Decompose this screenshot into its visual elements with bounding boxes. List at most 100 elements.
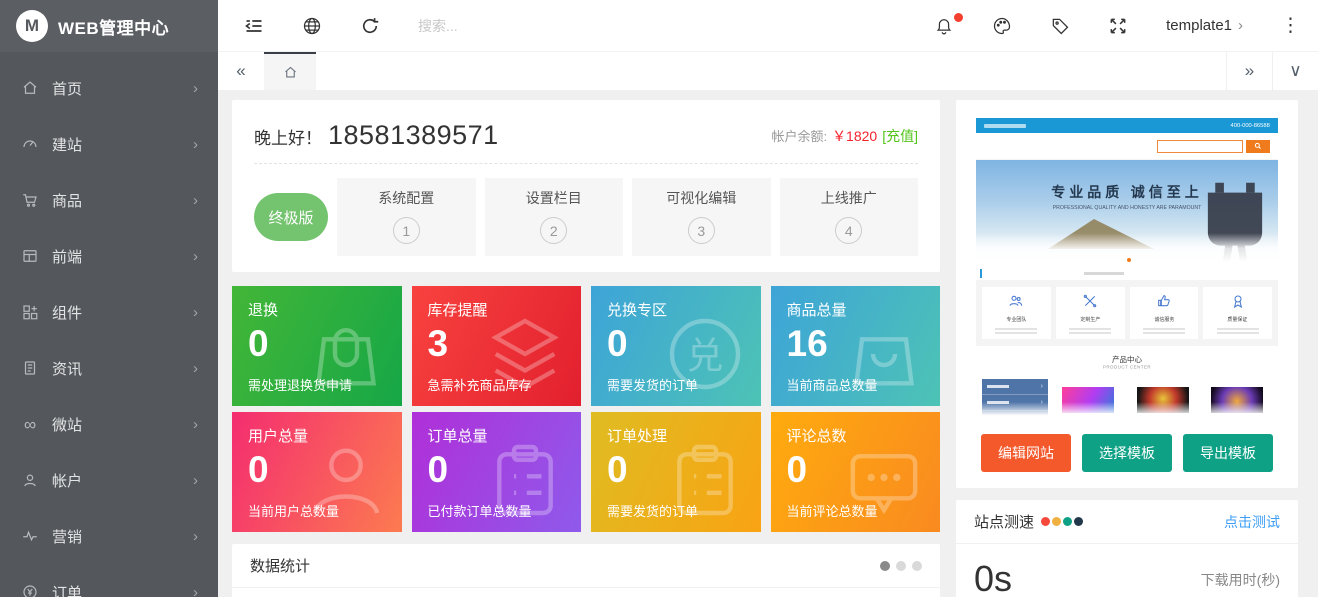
stat-card-order-processing[interactable]: 订单处理 0 需要发货的订单	[591, 412, 761, 532]
template-selector[interactable]: template1 ›	[1166, 17, 1243, 34]
chevron-right-icon: ›	[193, 584, 198, 597]
export-template-button[interactable]: 导出模板	[1183, 434, 1273, 472]
sidebar-item-products[interactable]: 商品 ›	[0, 172, 218, 228]
layers-icon	[481, 310, 569, 398]
template-panel: 400-000-86588 专业品质 诚信至上 PROFESSIONAL QUA…	[956, 100, 1298, 488]
stat-card-order-total[interactable]: 订单总量 0 已付款订单总数量	[412, 412, 582, 532]
stat-card-stock-alert[interactable]: 库存提醒 3 急需补充商品库存	[412, 286, 582, 406]
preview-fade-overlay	[976, 402, 1278, 420]
preview-caption	[976, 267, 1278, 280]
step-setup-columns[interactable]: 设置栏目 2	[485, 178, 624, 256]
welcome-panel: 晚上好！ 18581389571 帐户余额: ￥1820 [充值] 终极版 系统…	[232, 100, 940, 272]
step-number: 2	[540, 217, 567, 244]
sidebar-item-label: 资讯	[52, 358, 181, 379]
top-toolbar: template1 › ⋮	[218, 0, 1318, 52]
speed-dot	[1041, 517, 1050, 526]
download-time-value: 0s	[974, 558, 1012, 597]
notifications-bell-icon[interactable]	[934, 16, 954, 36]
pulse-icon	[20, 526, 40, 546]
step-number: 1	[393, 217, 420, 244]
stat-card-returns[interactable]: 退换 0 需处理退换货申请	[232, 286, 402, 406]
tabs-scroll-right-icon[interactable]: »	[1226, 52, 1272, 90]
sidebar-item-label: 帐户	[52, 470, 181, 491]
carousel-dot	[912, 561, 922, 571]
infinity-icon: ∞	[20, 414, 40, 434]
order-yen-icon	[20, 582, 40, 597]
sidebar-item-label: 营销	[52, 526, 181, 547]
chevron-right-icon: ›	[193, 304, 198, 321]
home-icon	[20, 78, 40, 98]
sidebar-item-frontend[interactable]: 前端 ›	[0, 228, 218, 284]
clipboard-icon	[661, 436, 749, 524]
banner-carousel-dot	[1127, 258, 1131, 262]
template-name: template1	[1166, 17, 1232, 34]
refresh-icon[interactable]	[360, 16, 380, 36]
team-icon	[1008, 293, 1024, 309]
more-menu-icon[interactable]: ⋮	[1281, 16, 1300, 35]
globe-icon[interactable]	[302, 16, 322, 36]
preview-phone: 400-000-86588	[1231, 122, 1270, 128]
recharge-link[interactable]: [充值]	[882, 126, 918, 146]
hero-title: 专业品质 诚信至上	[976, 182, 1278, 202]
panel-title: 站点测速	[974, 511, 1034, 532]
carousel-dot	[896, 561, 906, 571]
tabs-scroll-left-icon[interactable]: «	[218, 52, 264, 90]
feature-card: 质量保证	[1203, 287, 1272, 339]
fullscreen-icon[interactable]	[1108, 16, 1128, 36]
sidebar-item-label: 组件	[52, 302, 181, 323]
balance-amount: ￥1820	[832, 126, 877, 146]
user-icon	[20, 470, 40, 490]
stat-card-exchange[interactable]: 兑换专区 0 需要发货的订单 兑	[591, 286, 761, 406]
stat-card-user-total[interactable]: 用户总量 0 当前用户总数量	[232, 412, 402, 532]
edit-website-button[interactable]: 编辑网站	[981, 434, 1071, 472]
sidebar-item-news[interactable]: 资讯 ›	[0, 340, 218, 396]
chevron-right-icon: ›	[193, 248, 198, 265]
speed-dot	[1074, 517, 1083, 526]
step-go-live[interactable]: 上线推广 4	[780, 178, 919, 256]
sidebar-item-components[interactable]: 组件 ›	[0, 284, 218, 340]
tools-icon	[1082, 293, 1098, 309]
components-icon	[20, 302, 40, 322]
website-template-preview[interactable]: 400-000-86588 专业品质 诚信至上 PROFESSIONAL QUA…	[976, 118, 1278, 420]
sidebar-item-orders[interactable]: 订单 ›	[0, 564, 218, 597]
template-actions: 编辑网站 选择模板 导出模板	[976, 434, 1278, 472]
notification-dot	[954, 13, 963, 22]
sidebar-item-marketing[interactable]: 营销 ›	[0, 508, 218, 564]
run-speed-test-link[interactable]: 点击测试	[1224, 512, 1280, 532]
data-statistics-panel: 数据统计 订单成交量	[232, 544, 940, 597]
speed-dot	[1052, 517, 1061, 526]
preview-hero-banner: 专业品质 诚信至上 PROFESSIONAL QUALITY AND HONES…	[976, 160, 1278, 267]
sidebar-item-label: 商品	[52, 190, 181, 211]
sidebar-item-label: 微站	[52, 414, 181, 435]
chevron-right-icon: ›	[193, 472, 198, 489]
app-title: WEB管理中心	[58, 14, 169, 39]
chevron-right-icon: ›	[193, 192, 198, 209]
app-logo-row: M WEB管理中心	[0, 0, 218, 52]
feature-card: 专业团队	[982, 287, 1051, 339]
tab-home[interactable]	[264, 52, 316, 90]
collapse-sidebar-icon[interactable]	[244, 16, 264, 36]
choose-template-button[interactable]: 选择模板	[1082, 434, 1172, 472]
tabs-menu-icon[interactable]: ∨	[1272, 52, 1318, 90]
carousel-dots[interactable]	[880, 561, 922, 571]
admin-dashboard: M WEB管理中心 首页 › 建站 › 商品 › 前端 ›	[0, 0, 1318, 597]
sidebar-item-microsite[interactable]: ∞ 微站 ›	[0, 396, 218, 452]
tag-icon[interactable]	[1050, 16, 1070, 36]
step-visual-edit[interactable]: 可视化编辑 3	[632, 178, 771, 256]
theme-palette-icon[interactable]	[992, 16, 1012, 36]
step-system-config[interactable]: 系统配置 1	[337, 178, 476, 256]
preview-search-row	[976, 133, 1278, 160]
search-input[interactable]	[418, 18, 896, 34]
sidebar-item-label: 前端	[52, 246, 181, 267]
stat-card-comment-total[interactable]: 评论总数 0 当前评论总数量	[771, 412, 941, 532]
carousel-dot	[880, 561, 890, 571]
step-number: 4	[835, 217, 862, 244]
sidebar-item-site-build[interactable]: 建站 ›	[0, 116, 218, 172]
hero-subtitle: PROFESSIONAL QUALITY AND HONESTY ARE PAR…	[1048, 205, 1205, 211]
sidebar-item-home[interactable]: 首页 ›	[0, 60, 218, 116]
clipboard-icon	[481, 436, 569, 524]
chevron-right-icon: ›	[193, 360, 198, 377]
stat-card-product-total[interactable]: 商品总量 16 当前商品总数量	[771, 286, 941, 406]
svg-text:兑: 兑	[686, 336, 723, 377]
sidebar-item-account[interactable]: 帐户 ›	[0, 452, 218, 508]
